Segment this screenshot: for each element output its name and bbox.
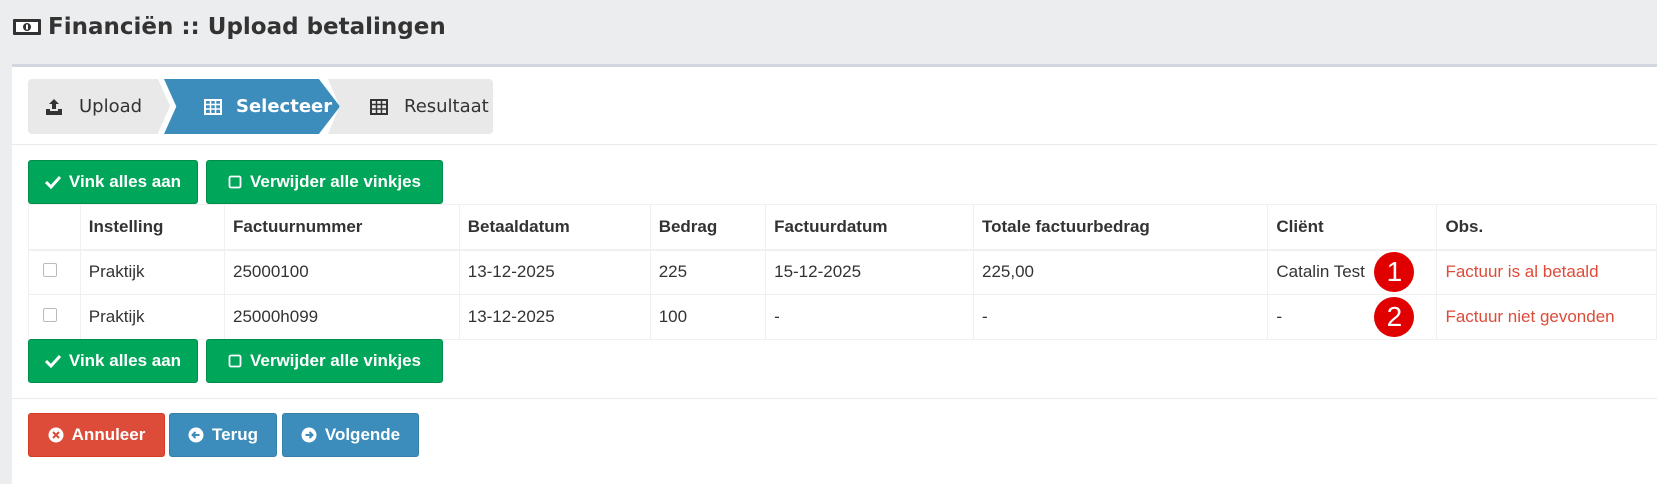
check-icon	[44, 175, 61, 189]
cell-client: - 2	[1267, 294, 1438, 340]
wizard-step-label: Selecteer	[236, 96, 333, 117]
back-button[interactable]: Terug	[169, 413, 277, 457]
cell-client: Catalin Test 1	[1267, 249, 1438, 295]
arrow-circle-left-icon	[188, 427, 204, 443]
cell-instelling: Praktijk	[79, 249, 226, 295]
cell-bedrag: 100	[649, 294, 767, 340]
column-header-instelling: Instelling	[79, 204, 226, 251]
cell-obs: Factuur niet gevonden	[1436, 294, 1657, 340]
payments-table: Instelling Factuurnummer Betaaldatum Bed…	[28, 204, 1657, 340]
wizard-step-label: Upload	[79, 96, 143, 117]
cell-factuurnummer: 25000100	[224, 249, 460, 295]
column-header-totaal: Totale factuurbedrag	[972, 204, 1269, 251]
times-circle-icon	[48, 427, 64, 443]
page-title: Financiën :: Upload betalingen	[12, 14, 446, 40]
divider	[12, 144, 1657, 145]
cell-totaal: 225,00	[972, 249, 1269, 295]
uncheck-all-button-bottom[interactable]: Verwijder alle vinkjes	[206, 339, 443, 383]
column-header-bedrag: Bedrag	[649, 204, 767, 251]
wizard-step-resultaat[interactable]: Resultaat	[328, 79, 493, 134]
square-icon	[228, 354, 242, 368]
wizard-step-selecteer[interactable]: Selecteer	[164, 79, 340, 134]
cell-factuurnummer: 25000h099	[224, 294, 460, 340]
table-icon	[204, 98, 222, 115]
cell-betaaldatum: 13-12-2025	[458, 294, 651, 340]
table-header-row: Instelling Factuurnummer Betaaldatum Bed…	[28, 204, 1657, 251]
wizard-steps: Upload Selecteer Resultaat	[28, 79, 493, 134]
arrow-circle-right-icon	[301, 427, 317, 443]
row-checkbox[interactable]	[43, 308, 57, 322]
column-header-obs: Obs.	[1436, 204, 1657, 251]
table-icon	[370, 98, 388, 115]
cell-factuurdatum: 15-12-2025	[765, 249, 974, 295]
divider	[12, 398, 1657, 399]
column-header-betaaldatum: Betaaldatum	[458, 204, 651, 251]
square-icon	[228, 175, 242, 189]
table-row: Praktijk 25000100 13-12-2025 225 15-12-2…	[28, 249, 1657, 295]
page-title-text: Financiën :: Upload betalingen	[48, 14, 446, 40]
cell-bedrag: 225	[649, 249, 767, 295]
annotation-marker: 2	[1374, 297, 1415, 337]
money-bill-icon	[13, 19, 41, 35]
uncheck-all-button-top[interactable]: Verwijder alle vinkjes	[206, 160, 443, 204]
row-select-cell	[28, 294, 81, 340]
wizard-step-upload[interactable]: Upload	[28, 79, 170, 134]
cell-factuurdatum: -	[765, 294, 974, 340]
column-header-select	[28, 204, 81, 251]
wizard-step-label: Resultaat	[404, 96, 489, 117]
client-name: -	[1276, 307, 1283, 326]
client-name: Catalin Test	[1276, 262, 1365, 282]
row-select-cell	[28, 249, 81, 295]
cell-totaal: -	[972, 294, 1269, 340]
upload-icon	[46, 98, 62, 115]
check-icon	[44, 354, 61, 368]
cell-betaaldatum: 13-12-2025	[458, 249, 651, 295]
column-header-factuurdatum: Factuurdatum	[765, 204, 974, 251]
cell-obs: Factuur is al betaald	[1436, 249, 1657, 295]
column-header-client: Cliënt	[1267, 204, 1438, 251]
check-all-button-top[interactable]: Vink alles aan	[28, 160, 198, 204]
annotation-marker: 1	[1374, 252, 1415, 293]
table-row: Praktijk 25000h099 13-12-2025 100 - - - …	[28, 294, 1657, 340]
cancel-button[interactable]: Annuleer	[28, 413, 165, 457]
check-all-button-bottom[interactable]: Vink alles aan	[28, 339, 198, 383]
row-checkbox[interactable]	[43, 263, 57, 278]
next-button[interactable]: Volgende	[282, 413, 419, 457]
cell-instelling: Praktijk	[79, 294, 226, 340]
column-header-factuurnummer: Factuurnummer	[224, 204, 460, 251]
